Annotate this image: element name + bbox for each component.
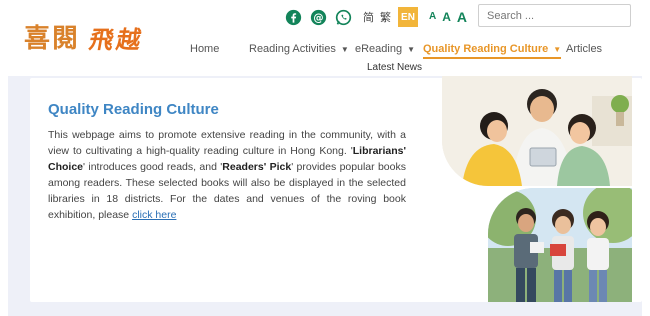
chevron-down-icon: ▼ [553,44,562,54]
whatsapp-icon[interactable] [335,9,352,26]
site-logo[interactable]: 喜閱 飛越 [24,18,147,55]
nav-articles-label: Articles [566,43,603,55]
svg-text:@: @ [313,12,323,23]
search-box [478,4,631,27]
nav-reading-activities[interactable]: Reading Activities ▼ [249,43,349,55]
page-title: Quality Reading Culture [48,101,219,118]
nav-home-label: Home [190,43,220,55]
intro-paragraph: This webpage aims to promote extensive r… [48,127,406,223]
font-size-small[interactable]: A [429,12,436,22]
chevron-down-icon: ▼ [407,44,416,54]
nav-quality-reading-culture-label: Quality Reading Culture [423,43,549,55]
family-reading-photo [442,76,632,186]
intro-text-2: ' introduces good reads, and ' [83,161,223,173]
nav-latest-news[interactable]: Latest News [367,62,422,73]
click-here-link[interactable]: click here [132,209,176,221]
search-input[interactable] [479,5,630,26]
facebook-icon[interactable] [285,9,302,26]
nav-ereading[interactable]: eReading ▼ [355,43,415,55]
nav-reading-activities-label: Reading Activities [249,43,336,55]
chevron-down-icon: ▼ [340,44,349,54]
students-reading-photo [488,188,632,302]
photo-collage [442,76,632,302]
threads-icon[interactable]: @ [310,9,327,26]
top-toolbar: @ 简 繁 EN A A A [285,7,470,27]
font-size-medium[interactable]: A [442,11,451,23]
logo-text-chinese: 喜閱 [24,24,81,54]
lang-traditional[interactable]: 繁 [380,9,391,25]
nav-articles[interactable]: Articles [566,43,602,55]
font-size-large[interactable]: A [457,10,467,24]
lang-simplified[interactable]: 简 [363,9,374,25]
nav-home[interactable]: Home [190,43,219,55]
logo-text-chinese-2: 飛越 [87,25,147,54]
lang-english[interactable]: EN [398,7,418,27]
nav-quality-reading-culture[interactable]: Quality Reading Culture ▼ [423,43,562,59]
readers-pick-label: Readers' Pick [222,161,292,173]
nav-ereading-label: eReading [355,43,403,55]
